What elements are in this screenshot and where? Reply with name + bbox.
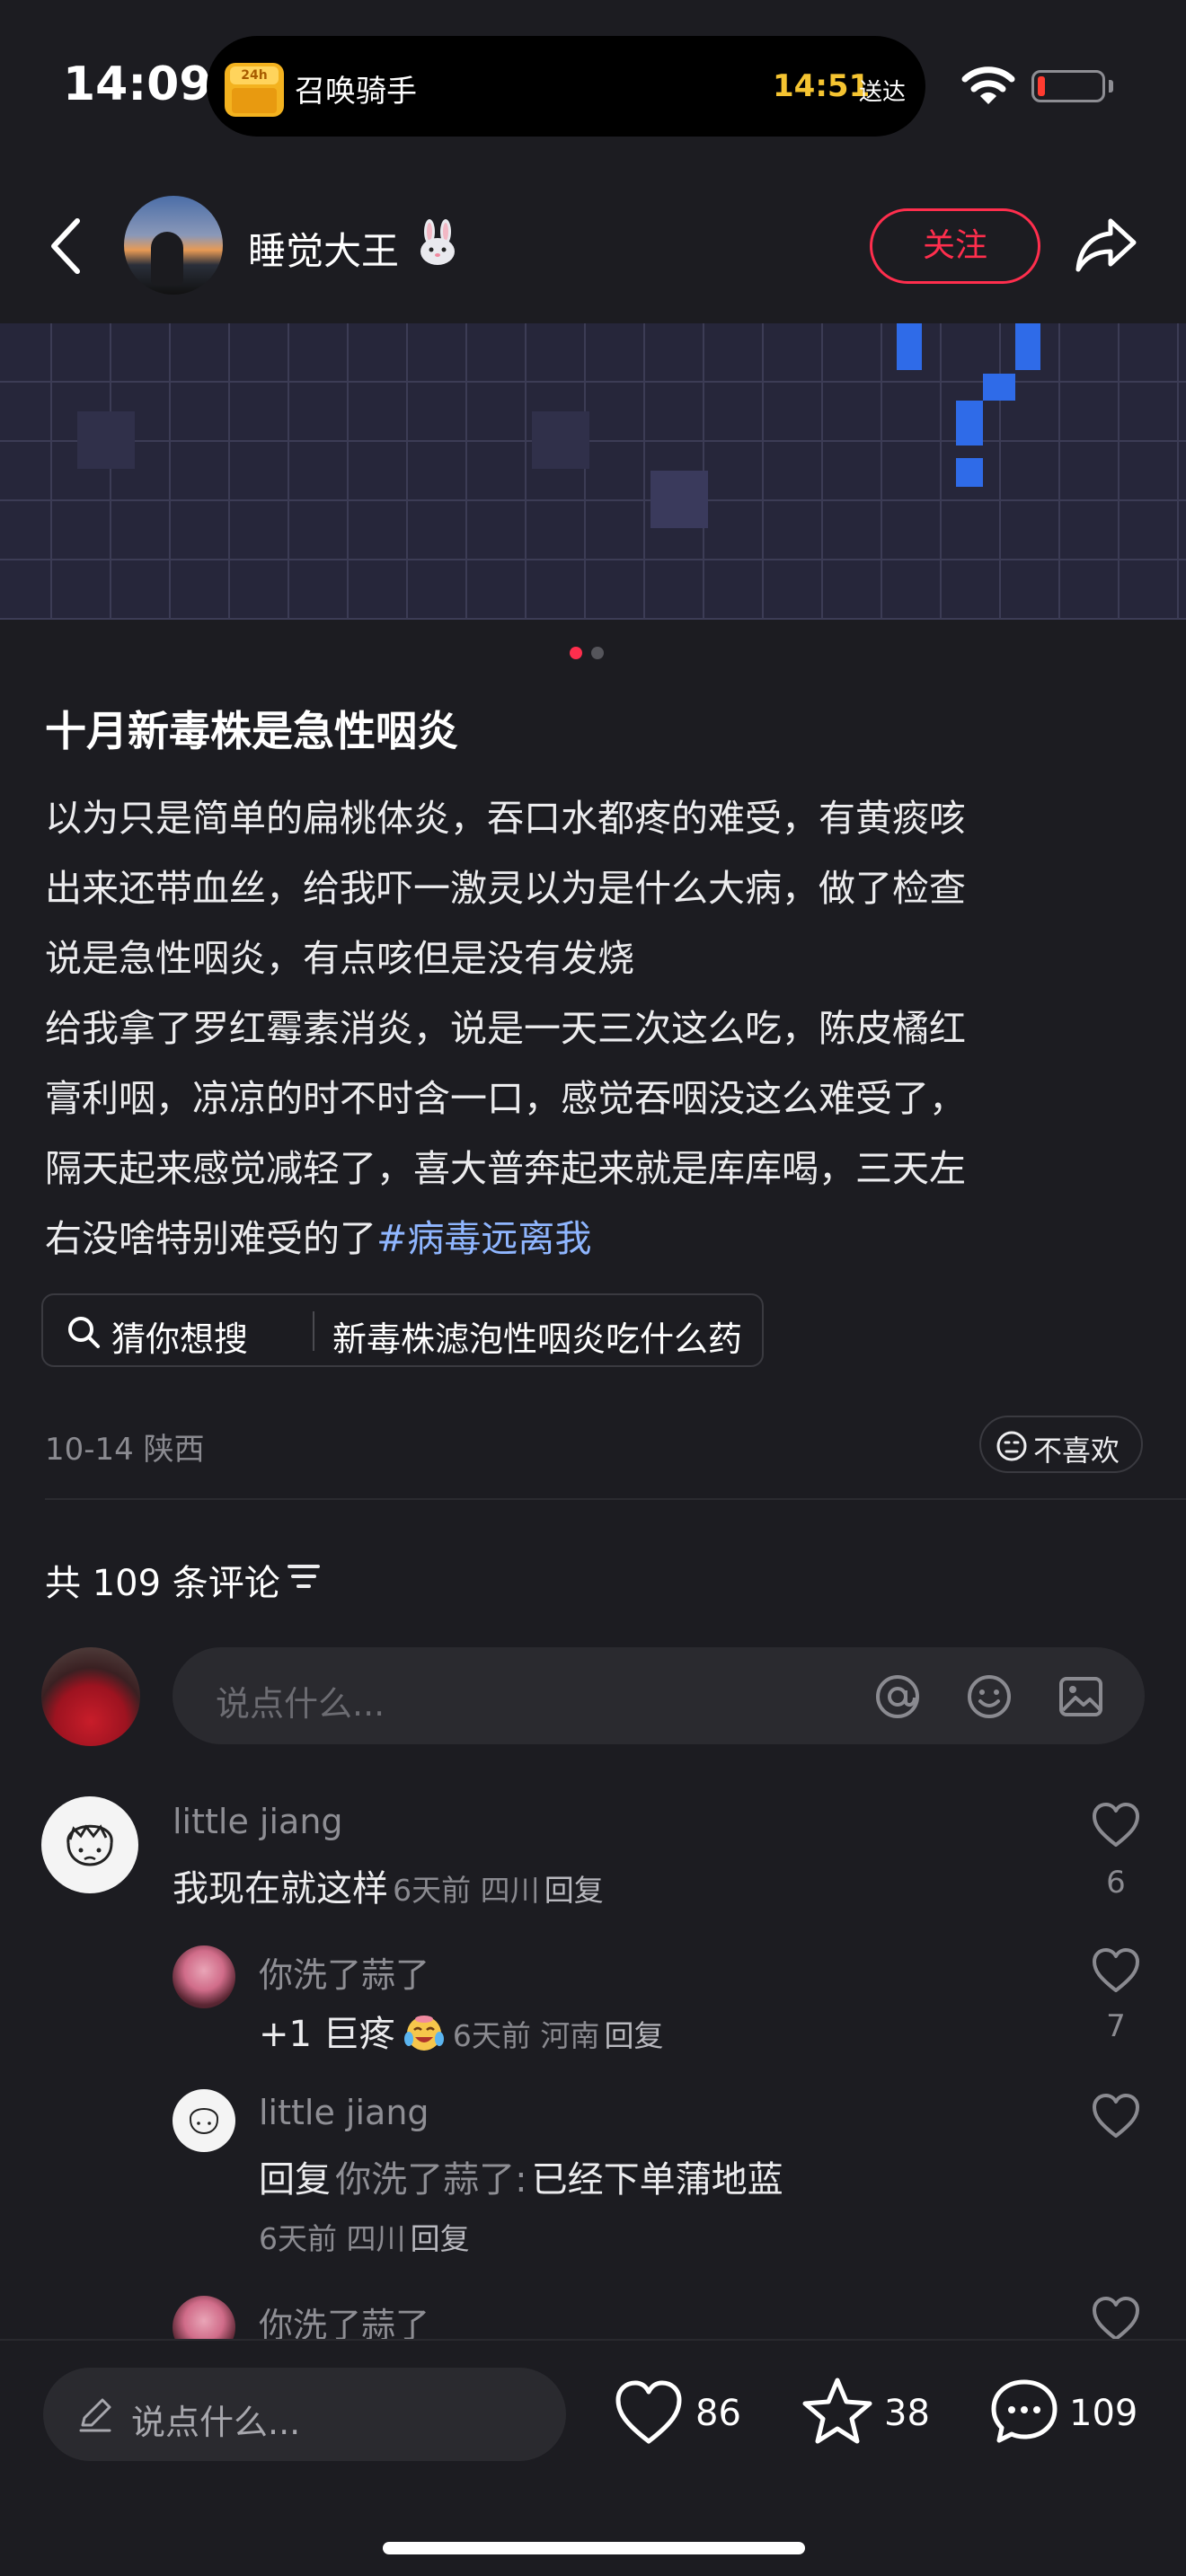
my-avatar xyxy=(41,1647,140,1746)
favorite-star-icon[interactable] xyxy=(801,2377,873,2445)
chip-divider xyxy=(313,1311,314,1351)
comment-meta: 6天前 四川 xyxy=(393,1873,540,1908)
share-icon[interactable] xyxy=(1075,216,1139,273)
comment-avatar[interactable] xyxy=(41,1796,138,1893)
reply-prefix: 回复 xyxy=(259,2159,331,2201)
like-heart-icon[interactable] xyxy=(613,2378,685,2447)
comment-input[interactable]: 说点什么... xyxy=(173,1647,1145,1744)
island-app-badge: 24h xyxy=(230,66,279,84)
comment-count: 共 109 条评论 xyxy=(45,1563,280,1604)
bottom-input-placeholder: 说点什么... xyxy=(131,2403,301,2442)
carousel-dot-active xyxy=(570,647,582,659)
section-divider xyxy=(45,1498,1186,1500)
reply-link[interactable]: 回复 xyxy=(544,1873,604,1908)
carousel-dot xyxy=(591,647,604,659)
heart-icon[interactable] xyxy=(1091,2296,1141,2342)
reply-avatar[interactable] xyxy=(173,2089,235,2152)
reply-author[interactable]: little jiang xyxy=(259,2093,429,2132)
bottom-comment-input[interactable]: 说点什么... xyxy=(43,2368,566,2461)
battery-icon xyxy=(1031,70,1105,102)
reply-avatar[interactable] xyxy=(173,1945,235,2008)
sort-filter-icon[interactable] xyxy=(286,1561,322,1592)
post-title: 十月新毒株是急性咽炎 xyxy=(45,707,458,755)
author-avatar[interactable] xyxy=(124,196,223,295)
like-count: 86 xyxy=(695,2393,741,2434)
home-indicator[interactable] xyxy=(383,2542,805,2554)
dislike-label: 不喜欢 xyxy=(1033,1434,1120,1468)
status-time: 14:09 xyxy=(63,57,212,111)
suggested-search-label: 猜你想搜 xyxy=(111,1319,249,1359)
post-body: 以为只是简单的扁桃体炎，吞口水都疼的难受，有黄痰咳 出来还带血丝，给我吓一激灵以… xyxy=(45,783,1159,1274)
battery-tip xyxy=(1109,80,1113,93)
post-image[interactable] xyxy=(0,323,1186,620)
reply-body: +1 巨疼 6天前 河南 回复 xyxy=(259,2005,663,2057)
follow-button[interactable]: 关注 xyxy=(870,208,1040,284)
reply-text: +1 巨疼 xyxy=(259,2014,395,2055)
hashtag-link[interactable]: #病毒远离我 xyxy=(376,1217,591,1260)
comment-like-count: 6 xyxy=(1106,1865,1126,1901)
wifi-icon xyxy=(961,66,1015,104)
comment-bubble-icon[interactable] xyxy=(988,2377,1060,2445)
comment-body: 我现在就这样 6天前 四川 回复 xyxy=(173,1859,604,1911)
reply-body: 回复 你洗了蒜了: 已经下单蒲地蓝 xyxy=(259,2150,783,2202)
comment-count-bottom: 109 xyxy=(1069,2393,1138,2434)
comment-input-placeholder: 说点什么... xyxy=(216,1684,385,1724)
reply-meta: 6天前 河南 xyxy=(452,2018,600,2053)
back-arrow-icon[interactable] xyxy=(45,216,88,277)
image-picker-icon[interactable] xyxy=(1057,1672,1105,1721)
suggested-search-query: 新毒株滤泡性咽炎吃什么药 xyxy=(332,1319,743,1359)
island-label: 召唤骑手 xyxy=(295,74,417,110)
crying-laughing-emoji-icon xyxy=(403,2016,444,2051)
reply-link[interactable]: 回复 xyxy=(604,2018,663,2053)
reply-meta: 6天前 四川 xyxy=(259,2221,406,2256)
dynamic-island[interactable]: 24h 召唤骑手 14:51 送达 xyxy=(207,36,925,137)
emoji-icon[interactable] xyxy=(965,1672,1013,1721)
post-body-text: 以为只是简单的扁桃体炎，吞口水都疼的难受，有黄痰咳 出来还带血丝，给我吓一激灵以… xyxy=(45,797,966,1260)
reply-target[interactable]: 你洗了蒜了: xyxy=(335,2159,527,2201)
island-eta-suffix: 送达 xyxy=(859,79,907,106)
heart-icon[interactable] xyxy=(1091,1947,1141,1994)
delivery-box-icon: 24h xyxy=(225,63,284,117)
dislike-button[interactable]: 不喜欢 xyxy=(979,1416,1143,1473)
comment-text: 我现在就这样 xyxy=(173,1868,388,1910)
carousel-indicator xyxy=(570,647,606,659)
author-username[interactable]: 睡觉大王 xyxy=(248,221,399,276)
reply-like-count: 7 xyxy=(1106,2008,1126,2044)
pencil-icon xyxy=(79,2398,111,2432)
heart-icon[interactable] xyxy=(1091,2093,1141,2139)
reply-text: 已经下单蒲地蓝 xyxy=(531,2159,783,2201)
heart-icon[interactable] xyxy=(1091,1802,1141,1848)
suggested-search-chip[interactable]: 猜你想搜 新毒株滤泡性咽炎吃什么药 xyxy=(41,1293,764,1367)
post-date-location: 10-14 陕西 xyxy=(45,1432,205,1468)
island-eta-time: 14:51 xyxy=(773,68,871,104)
rabbit-emoji-icon xyxy=(420,219,455,265)
reply-author[interactable]: 你洗了蒜了 xyxy=(259,1947,429,1997)
reply-link[interactable]: 回复 xyxy=(411,2221,470,2256)
search-icon xyxy=(68,1317,100,1348)
comment-author[interactable]: little jiang xyxy=(173,1802,343,1841)
neutral-face-icon xyxy=(996,1431,1027,1461)
favorite-count: 38 xyxy=(884,2393,930,2434)
mention-at-icon[interactable] xyxy=(873,1672,922,1721)
reply-footer: 6天前 四川 回复 xyxy=(259,2215,470,2258)
